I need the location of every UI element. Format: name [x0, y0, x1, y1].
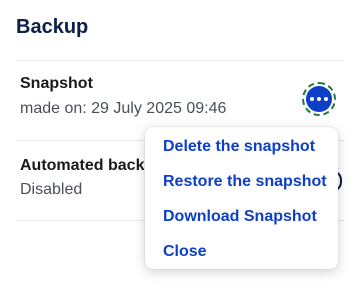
divider	[16, 60, 344, 61]
snapshot-more-button[interactable]	[302, 82, 336, 116]
ellipsis-icon	[306, 86, 332, 112]
menu-item-close[interactable]: Close	[145, 240, 338, 275]
snapshot-title: Snapshot	[20, 75, 93, 92]
snapshot-actions-menu: Delete the snapshot Restore the snapshot…	[145, 127, 338, 269]
snapshot-date: made on: 29 July 2025 09:46	[20, 100, 227, 117]
menu-item-delete-snapshot[interactable]: Delete the snapshot	[145, 135, 338, 170]
menu-item-restore-snapshot[interactable]: Restore the snapshot	[145, 170, 338, 205]
section-title: Backup	[16, 16, 89, 38]
menu-item-download-snapshot[interactable]: Download Snapshot	[145, 205, 338, 240]
automated-backup-status: Disabled	[20, 181, 83, 198]
automated-backup-title: Automated back	[20, 157, 144, 174]
backup-panel: Backup Snapshot made on: 29 July 2025 09…	[0, 0, 360, 288]
